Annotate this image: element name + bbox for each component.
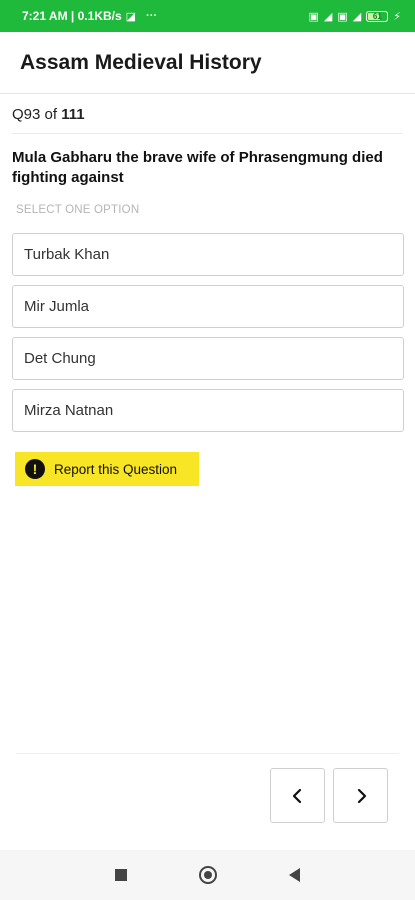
hd-icon-2: ▣ xyxy=(337,10,348,23)
charging-icon: ⚡ xyxy=(393,10,401,23)
more-notifications-icon: ··· xyxy=(146,10,158,22)
next-question-button[interactable] xyxy=(333,768,388,823)
page-title: Assam Medieval History xyxy=(20,50,262,74)
status-time: 7:21 AM | 0.1KB/s xyxy=(22,9,122,23)
signal-icon-2: ◢ xyxy=(352,10,362,23)
counter-of: of xyxy=(44,106,58,123)
battery-icon: 61 xyxy=(366,10,389,22)
signal-icon: ◢ xyxy=(323,10,333,23)
exclamation-icon: ! xyxy=(25,459,45,479)
back-icon[interactable] xyxy=(289,868,300,882)
counter-current: 93 xyxy=(23,106,41,123)
notification-icon: ◪ xyxy=(125,10,137,23)
report-question-button[interactable]: ! Report this Question xyxy=(15,452,199,486)
hd-icon: ▣ xyxy=(308,10,319,23)
select-option-hint: SELECT ONE OPTION xyxy=(16,204,140,216)
option-1[interactable]: Turbak Khan xyxy=(12,233,404,276)
option-4[interactable]: Mirza Natnan xyxy=(12,389,404,432)
options-list: Turbak Khan Mir Jumla Det Chung Mirza Na… xyxy=(12,233,404,432)
report-label: Report this Question xyxy=(54,461,178,477)
chevron-left-icon xyxy=(292,788,301,803)
counter-prefix: Q xyxy=(12,106,24,123)
question-counter: Q93 of 111 xyxy=(12,106,403,134)
bottom-divider xyxy=(16,753,399,754)
option-2[interactable]: Mir Jumla xyxy=(12,285,404,328)
status-bar: 7:21 AM | 0.1KB/s ◪ ··· ▣ ◢ ▣ ◢ 61 ⚡ xyxy=(0,0,415,32)
chevron-right-icon xyxy=(357,788,366,803)
counter-total: 111 xyxy=(61,106,85,123)
app-bar: Assam Medieval History xyxy=(0,32,415,94)
system-navigation-bar xyxy=(0,850,415,900)
option-3[interactable]: Det Chung xyxy=(12,337,404,380)
previous-question-button[interactable] xyxy=(270,768,325,823)
home-icon[interactable] xyxy=(199,866,217,884)
recents-icon[interactable] xyxy=(115,869,127,881)
question-text: Mula Gabharu the brave wife of Phrasengm… xyxy=(12,149,383,186)
